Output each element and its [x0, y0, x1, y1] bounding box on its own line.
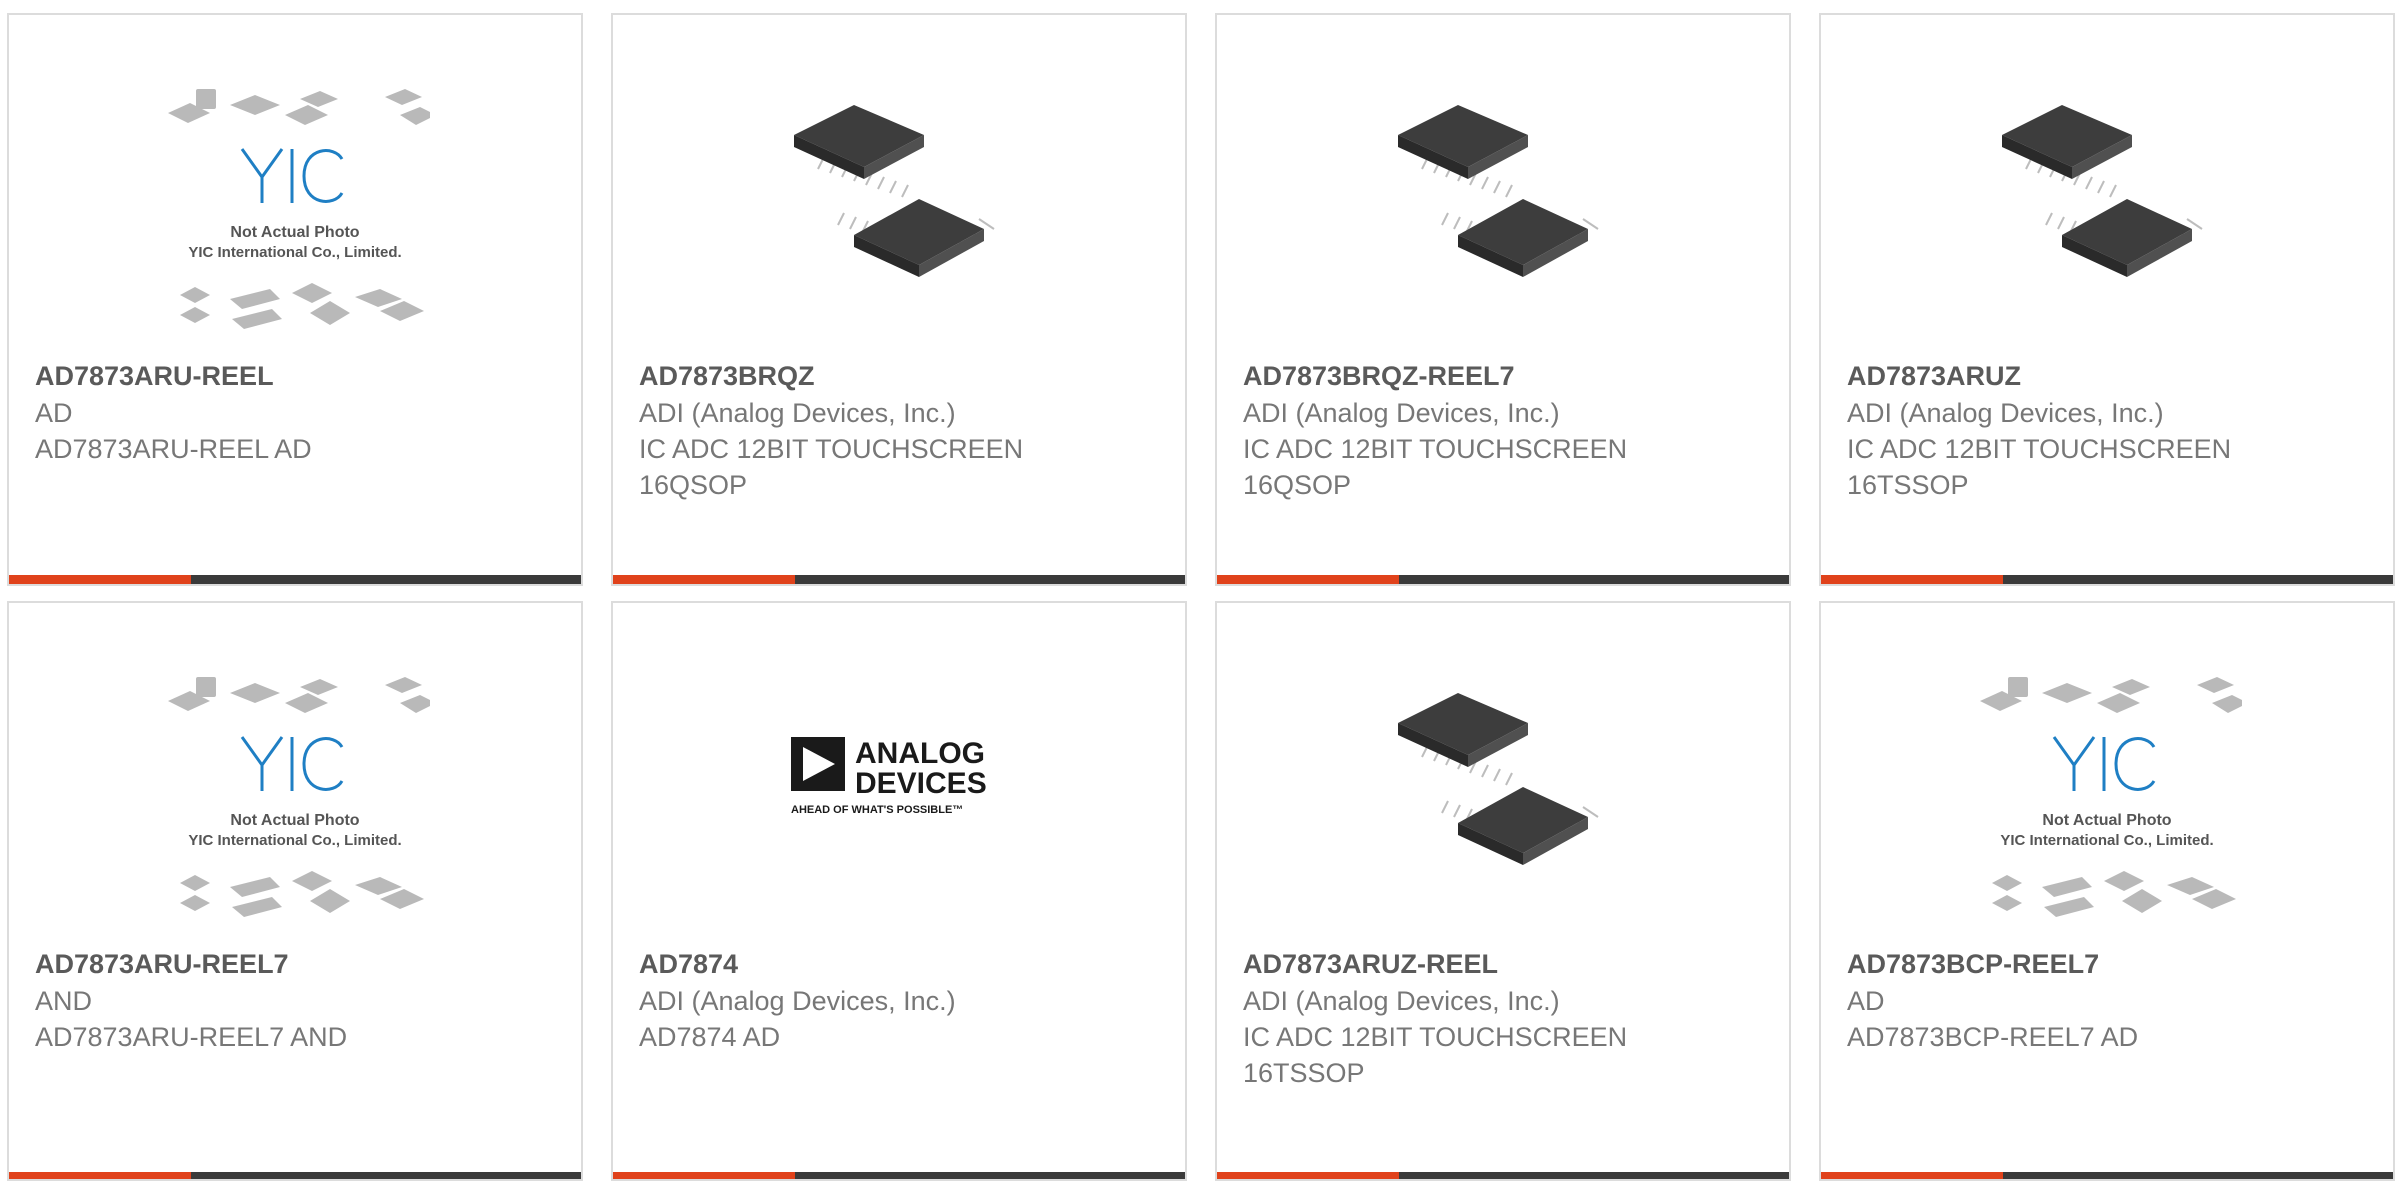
product-card[interactable]: AD7873BRQZ ADI (Analog Devices, Inc.) IC… [611, 13, 1187, 586]
yic-placeholder-image: Not Actual Photo YIC International Co., … [1980, 677, 2242, 917]
product-card[interactable]: Not Actual Photo YIC International Co., … [7, 601, 583, 1181]
card-footer-bar [9, 1172, 581, 1179]
card-accent [613, 1172, 795, 1179]
description: IC ADC 12BIT TOUCHSCREEN 16TSSOP [1847, 434, 2232, 500]
chip-photo [1398, 105, 1599, 277]
card-footer-bar [613, 575, 1185, 584]
product-image[interactable] [1821, 85, 2393, 355]
placeholder-line1: Not Actual Photo [230, 812, 359, 829]
part-number[interactable]: AD7873BRQZ [639, 358, 1165, 395]
description: AD7874 AD [639, 1022, 781, 1052]
part-number[interactable]: AD7873BRQZ-REEL7 [1243, 358, 1769, 395]
chip-photo [794, 105, 995, 277]
description: IC ADC 12BIT TOUCHSCREEN 16QSOP [1243, 434, 1628, 500]
part-number[interactable]: AD7873ARUZ [1847, 358, 2373, 395]
card-footer-bar [1217, 1172, 1789, 1179]
product-image[interactable] [613, 85, 1185, 355]
description: AD7873ARU-REEL7 AND [35, 1022, 348, 1052]
manufacturer: ADI (Analog Devices, Inc.) [639, 986, 956, 1016]
placeholder-line2: YIC International Co., Limited. [188, 244, 401, 261]
product-image[interactable] [1217, 85, 1789, 355]
logo-line1: ANALOG [855, 737, 985, 770]
manufacturer: ADI (Analog Devices, Inc.) [1847, 398, 2164, 428]
manufacturer: AND [35, 986, 93, 1016]
placeholder-line1: Not Actual Photo [230, 224, 359, 241]
description: IC ADC 12BIT TOUCHSCREEN 16TSSOP [1243, 1022, 1628, 1088]
card-footer-bar [613, 1172, 1185, 1179]
manufacturer: ADI (Analog Devices, Inc.) [1243, 986, 1560, 1016]
description: AD7873BCP-REEL7 AD [1847, 1022, 2139, 1052]
card-footer-bar [1821, 575, 2393, 584]
placeholder-line1: Not Actual Photo [2042, 812, 2171, 829]
card-footer-bar [1217, 575, 1789, 584]
card-accent [9, 575, 191, 584]
product-card[interactable]: AD7873ARUZ ADI (Analog Devices, Inc.) IC… [1819, 13, 2395, 586]
product-image[interactable]: Not Actual Photo YIC International Co., … [9, 85, 581, 355]
product-image[interactable] [1217, 673, 1789, 943]
chip-photo [2002, 105, 2203, 277]
card-accent [1821, 575, 2003, 584]
manufacturer: ADI (Analog Devices, Inc.) [1243, 398, 1560, 428]
card-accent [9, 1172, 191, 1179]
description: AD7873ARU-REEL AD [35, 434, 312, 464]
product-card[interactable]: Not Actual Photo YIC International Co., … [7, 13, 583, 586]
analog-devices-logo: ANALOG DEVICES AHEAD OF WHAT'S POSSIBLE™ [791, 737, 987, 816]
product-card[interactable]: AD7873ARUZ-REEL ADI (Analog Devices, Inc… [1215, 601, 1791, 1181]
product-card[interactable]: AD7873BRQZ-REEL7 ADI (Analog Devices, In… [1215, 13, 1791, 586]
card-footer-bar [9, 575, 581, 584]
description: IC ADC 12BIT TOUCHSCREEN 16QSOP [639, 434, 1024, 500]
card-accent [1821, 1172, 2003, 1179]
part-number[interactable]: AD7874 [639, 946, 1165, 983]
product-image[interactable]: Not Actual Photo YIC International Co., … [9, 673, 581, 943]
chip-photo [1398, 693, 1599, 865]
card-accent [613, 575, 795, 584]
product-card[interactable]: ANALOG DEVICES AHEAD OF WHAT'S POSSIBLE™… [611, 601, 1187, 1181]
part-number[interactable]: AD7873ARU-REEL7 [35, 946, 561, 983]
card-footer-bar [1821, 1172, 2393, 1179]
card-accent [1217, 575, 1399, 584]
part-number[interactable]: AD7873ARUZ-REEL [1243, 946, 1769, 983]
manufacturer: AD [1847, 986, 1885, 1016]
product-image[interactable]: Not Actual Photo YIC International Co., … [1821, 673, 2393, 943]
part-number[interactable]: AD7873ARU-REEL [35, 358, 561, 395]
yic-placeholder-image: Not Actual Photo YIC International Co., … [168, 677, 430, 917]
part-number[interactable]: AD7873BCP-REEL7 [1847, 946, 2373, 983]
yic-placeholder-image: Not Actual Photo YIC International Co., … [168, 89, 430, 329]
card-accent [1217, 1172, 1399, 1179]
logo-line2: DEVICES [855, 767, 987, 800]
product-card[interactable]: Not Actual Photo YIC International Co., … [1819, 601, 2395, 1181]
placeholder-line2: YIC International Co., Limited. [2000, 832, 2213, 849]
logo-tagline: AHEAD OF WHAT'S POSSIBLE™ [791, 804, 963, 816]
product-image[interactable]: ANALOG DEVICES AHEAD OF WHAT'S POSSIBLE™ [613, 673, 1185, 943]
manufacturer: AD [35, 398, 73, 428]
placeholder-line2: YIC International Co., Limited. [188, 832, 401, 849]
manufacturer: ADI (Analog Devices, Inc.) [639, 398, 956, 428]
